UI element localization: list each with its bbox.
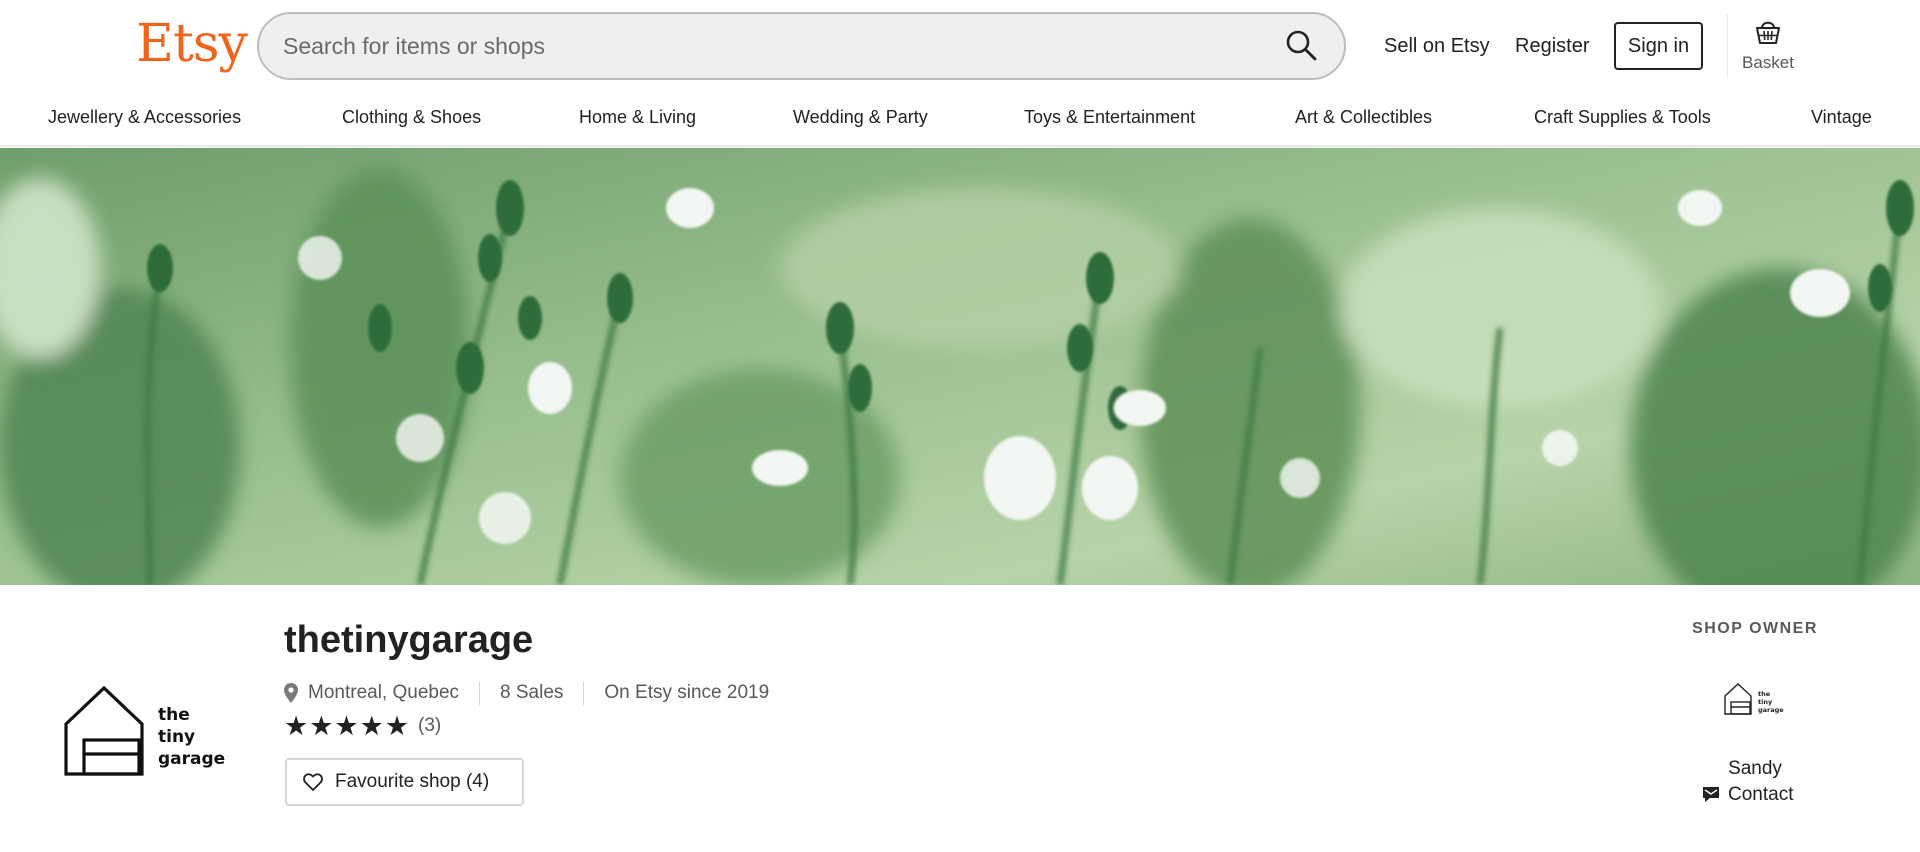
meta-divider xyxy=(479,681,481,705)
svg-text:garage: garage xyxy=(158,749,225,769)
shop-meta: Montreal, Quebec 8 Sales On Etsy since 2… xyxy=(284,680,769,706)
svg-text:tiny: tiny xyxy=(1758,698,1773,706)
category-craft[interactable]: Craft Supplies & Tools xyxy=(1534,107,1711,128)
svg-text:the: the xyxy=(1758,690,1771,698)
star-rating-icon: ★★★★★ xyxy=(284,711,411,741)
sign-in-button[interactable]: Sign in xyxy=(1614,22,1703,70)
favourite-shop-label: Favourite shop (4) xyxy=(335,771,490,792)
shop-owner-heading: SHOP OWNER xyxy=(1692,620,1818,637)
category-wedding[interactable]: Wedding & Party xyxy=(793,107,928,128)
site-header: Etsy Sell on Etsy Register Sign in Baske… xyxy=(0,0,1920,93)
owner-name[interactable]: Sandy xyxy=(1690,758,1820,780)
contact-label: Contact xyxy=(1728,784,1794,805)
shop-rating[interactable]: ★★★★★ (3) xyxy=(284,712,441,740)
search-bar xyxy=(257,12,1346,80)
search-button[interactable] xyxy=(1284,28,1320,64)
location-pin-icon xyxy=(284,683,298,703)
category-vintage[interactable]: Vintage xyxy=(1811,107,1872,128)
register-link[interactable]: Register xyxy=(1515,30,1589,62)
message-icon xyxy=(1703,787,1719,802)
category-art[interactable]: Art & Collectibles xyxy=(1295,107,1432,128)
heart-icon xyxy=(303,773,323,791)
shop-sales[interactable]: 8 Sales xyxy=(500,682,563,704)
basket-button[interactable]: Basket xyxy=(1738,16,1798,80)
category-clothing[interactable]: Clothing & Shoes xyxy=(342,107,481,128)
shop-name: thetinygarage xyxy=(284,619,534,661)
category-nav: Jewellery & Accessories Clothing & Shoes… xyxy=(0,93,1920,147)
shop-since: On Etsy since 2019 xyxy=(604,682,770,703)
etsy-logo[interactable]: Etsy xyxy=(136,12,248,76)
sell-on-etsy-link[interactable]: Sell on Etsy xyxy=(1384,30,1490,62)
category-home[interactable]: Home & Living xyxy=(579,107,696,128)
svg-text:the: the xyxy=(158,705,190,725)
header-divider xyxy=(1727,14,1728,78)
shop-banner-image xyxy=(0,148,1920,585)
shop-location: Montreal, Quebec xyxy=(308,682,460,703)
basket-label: Basket xyxy=(1742,53,1794,72)
svg-text:tiny: tiny xyxy=(158,727,195,747)
shop-logo: the tiny garage xyxy=(60,680,240,780)
search-icon xyxy=(1286,30,1317,61)
category-jewellery[interactable]: Jewellery & Accessories xyxy=(48,107,241,128)
category-toys[interactable]: Toys & Entertainment xyxy=(1024,107,1195,128)
meta-divider xyxy=(583,681,585,705)
contact-owner-link[interactable]: Contact xyxy=(1702,784,1793,806)
owner-avatar[interactable]: the tiny garage xyxy=(1720,680,1790,720)
search-input[interactable] xyxy=(283,14,1263,78)
favourite-shop-button[interactable]: Favourite shop (4) xyxy=(285,758,524,806)
basket-icon xyxy=(1756,21,1780,44)
svg-text:garage: garage xyxy=(1758,706,1784,714)
rating-count: (3) xyxy=(418,715,442,736)
